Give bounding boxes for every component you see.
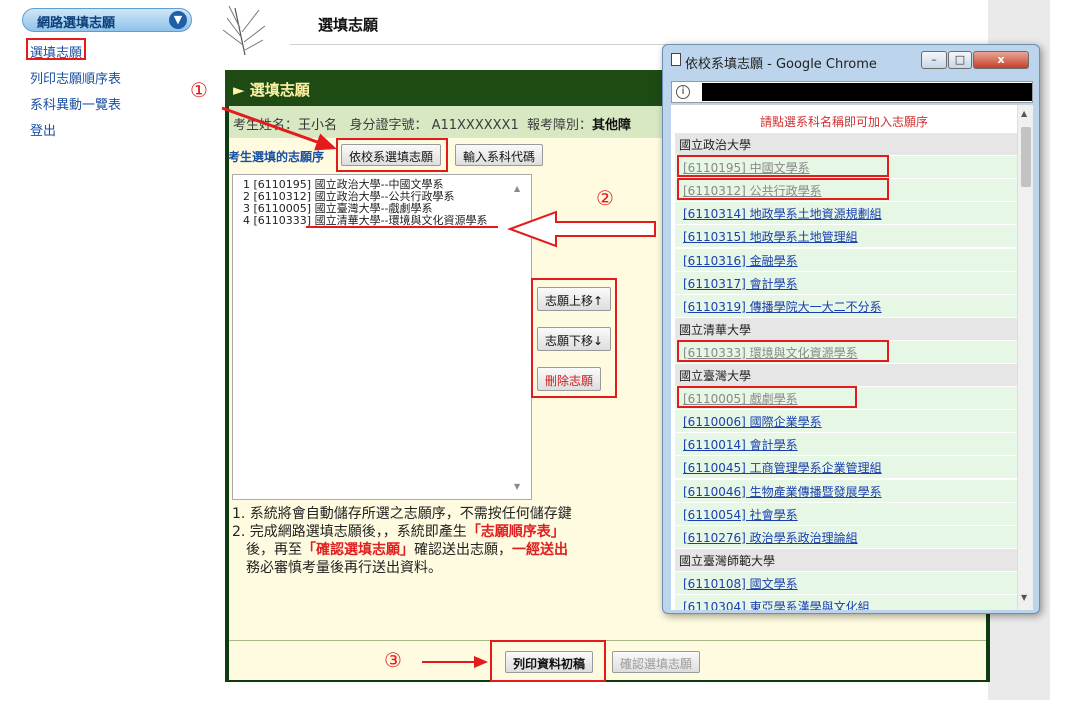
department-link[interactable]: [6110316] 金融學系 — [675, 248, 1017, 271]
scroll-down-icon[interactable]: ▼ — [514, 482, 520, 491]
annotation-box-picked — [677, 155, 889, 178]
note-2-highlight-c: 一經送出 — [512, 542, 568, 558]
notes: 1. 系統將會自動儲存所選之志願序，不需按任何儲存鍵 2. 完成網路選填志願後，… — [232, 505, 662, 625]
department-link[interactable]: [6110046] 生物產業傳播暨發展學系 — [675, 479, 1017, 502]
department-link[interactable]: [6110014] 會計學系 — [675, 433, 1017, 456]
annotation-box-picked — [677, 178, 889, 201]
popup-heading: 請點選系科名稱即可加入志願序 — [759, 115, 928, 129]
department-link[interactable]: [6110276] 政治學系政治理論組 — [675, 525, 1017, 548]
university-header: 國立臺灣大學 — [675, 364, 1017, 386]
annotation-box-reorder — [531, 278, 617, 398]
note-2-text-b: 後，再至 — [246, 542, 302, 558]
annotation-box-picked — [677, 386, 857, 409]
id-label: 身分證字號： — [349, 118, 428, 133]
sidebar-header-label: 網路選填志願 — [37, 16, 116, 31]
page-title: 選填志願 — [318, 16, 379, 34]
university-header: 國立清華大學 — [675, 317, 1017, 340]
sidebar-item-print[interactable]: 列印志願順序表 — [30, 68, 121, 87]
department-link[interactable]: [6110314] 地政學系土地資源規劃組 — [675, 202, 1017, 225]
bottom-bar — [229, 640, 986, 680]
close-button[interactable]: x — [973, 51, 1029, 69]
annotation-step-2: ② — [596, 186, 614, 210]
sidebar-item-logout[interactable]: 登出 — [30, 120, 56, 139]
annotation-step-3: ③ — [384, 648, 402, 672]
sidebar-header[interactable]: 網路選填志願 ▼ — [22, 8, 192, 32]
popup-scrollbar[interactable]: ▲ ▼ — [1017, 105, 1033, 610]
scroll-up-icon[interactable]: ▲ — [1021, 109, 1027, 118]
chevron-down-icon[interactable]: ▼ — [169, 11, 187, 29]
note-2: 2. 完成網路選填志願後，，系統即產生「志願順序表」 — [232, 523, 662, 541]
category-label: 報考障別： — [527, 118, 593, 133]
note-2-highlight-b: 「確認選填志願」 — [302, 542, 414, 558]
leaf-logo-icon — [222, 5, 266, 56]
department-link[interactable]: [6110304] 東亞學系漢學與文化組 — [675, 595, 1017, 610]
annotation-underline — [306, 226, 498, 228]
department-link[interactable]: [6110108] 國文學系 — [675, 571, 1017, 594]
info-icon[interactable]: i — [676, 85, 690, 99]
note-2-text-c: 確認送出志願， — [414, 542, 512, 558]
popup-title: 依校系填志願 - Google Chrome — [685, 57, 877, 72]
university-header: 國立臺灣師範大學 — [675, 548, 1017, 571]
choice-order-label: 考生選填的志願序 — [228, 150, 325, 164]
department-link[interactable]: [6110006] 國際企業學系 — [675, 410, 1017, 433]
category-value: 其他障 — [592, 118, 632, 133]
page-icon — [671, 53, 681, 66]
choice-list[interactable]: 1 [6110195] 國立政治大學--中國文學系 2 [6110312] 國立… — [232, 174, 532, 500]
panel-title: 選填志願 — [249, 81, 310, 99]
address-bar[interactable]: i — [671, 81, 1033, 103]
university-header: 國立政治大學 — [675, 133, 1017, 155]
confirm-choices-button[interactable]: 確認選填志願 — [612, 651, 701, 673]
maximize-button[interactable]: □ — [948, 51, 972, 69]
enter-code-button[interactable]: 輸入系科代碼 — [455, 144, 544, 166]
scroll-up-icon[interactable]: ▲ — [514, 184, 520, 193]
department-link[interactable]: [6110054] 社會學系 — [675, 502, 1017, 525]
note-2-highlight: 「志願順序表」 — [466, 524, 565, 540]
annotation-box-sidebar — [26, 38, 86, 60]
annotation-box-picked — [677, 339, 889, 362]
note-2-text: 2. 完成網路選填志願後，，系統即產生 — [232, 524, 467, 540]
id-value: A11XXXXXX1 — [431, 118, 519, 133]
sidebar-item-changes[interactable]: 系科異動一覽表 — [30, 94, 121, 113]
note-2-cont: 後，再至「確認選填志願」確認送出志願，一經送出 — [232, 541, 662, 559]
note-2-end: 務必審慎考量後再行送出資料。 — [246, 560, 442, 576]
name-value: 王小名 — [298, 118, 338, 133]
annotation-step-1: ① — [190, 78, 208, 102]
redacted-url — [702, 83, 1032, 101]
annotation-box-print — [490, 640, 606, 682]
note-1: 1. 系統將會自動儲存所選之志願序，不需按任何儲存鍵 — [232, 506, 572, 522]
triangle-icon: ► — [233, 81, 250, 99]
name-label: 考生姓名： — [233, 118, 299, 133]
annotation-box-school-button — [336, 138, 448, 172]
department-link[interactable]: [6110315] 地政學系土地管理組 — [675, 225, 1017, 248]
department-link[interactable]: [6110045] 工商管理學系企業管理組 — [675, 456, 1017, 479]
scroll-thumb[interactable] — [1021, 127, 1031, 187]
scroll-down-icon[interactable]: ▼ — [1021, 593, 1027, 602]
popup-content: 請點選系科名稱即可加入志願序 國立政治大學 [6110195] 中國文學系 [611… — [671, 105, 1033, 610]
department-link[interactable]: [6110317] 會計學系 — [675, 271, 1017, 294]
chrome-popup-window: 依校系填志願 - Google Chrome – □ x i 請點選系科名稱即可… — [662, 44, 1040, 614]
minimize-button[interactable]: – — [921, 51, 947, 69]
department-link[interactable]: [6110319] 傳播學院大一大二不分系 — [675, 294, 1017, 317]
